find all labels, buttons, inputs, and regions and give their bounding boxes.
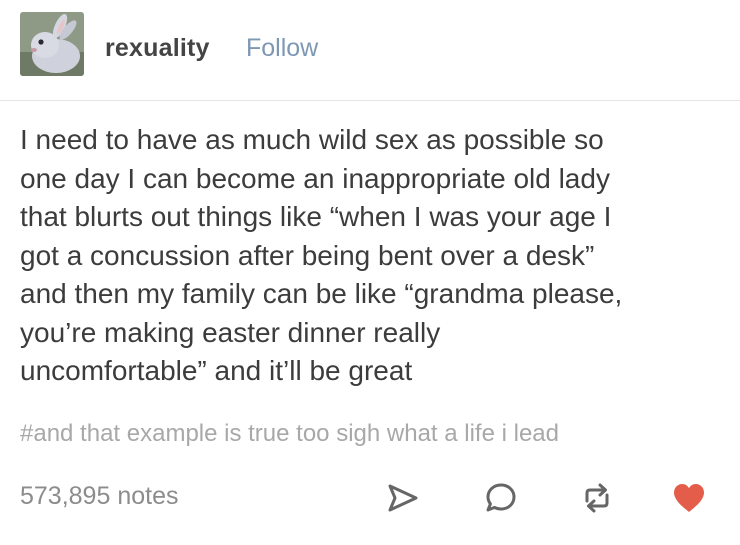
post-body-line: and then my family can be like “grandma …	[20, 278, 623, 309]
heart-icon	[674, 484, 704, 512]
reply-icon	[486, 483, 516, 512]
post-body-line: I need to have as much wild sex as possi…	[20, 124, 604, 155]
post-body-line: you’re making easter dinner really	[20, 316, 441, 348]
post-body-line: got a concussion after being bent over a…	[20, 239, 595, 271]
post-header: rexuality Follow	[0, 0, 740, 101]
post-tags[interactable]: #and that example is true too sigh what …	[20, 420, 559, 448]
post-body-line: that blurts out things like “when I was …	[20, 201, 612, 232]
bunny-avatar-icon	[20, 12, 84, 76]
notes-count[interactable]: 573,895 notes	[20, 482, 178, 511]
like-button[interactable]	[669, 478, 709, 518]
post-body-line: one day I can become an inappropriate ol…	[20, 162, 610, 194]
blog-name[interactable]: rexuality	[105, 34, 210, 63]
reply-button[interactable]	[481, 478, 521, 518]
follow-button[interactable]: Follow	[246, 34, 318, 63]
reblog-button[interactable]	[577, 478, 617, 518]
post-body-line: uncomfortable” and it’ll be great	[20, 355, 413, 386]
blog-avatar[interactable]	[20, 12, 84, 76]
post-body: I need to have as much wild sex as possi…	[20, 121, 730, 391]
tumblr-post: rexuality Follow I need to have as much …	[0, 0, 740, 545]
reblog-icon	[585, 483, 609, 513]
share-button[interactable]	[383, 478, 423, 518]
share-icon	[388, 484, 418, 512]
